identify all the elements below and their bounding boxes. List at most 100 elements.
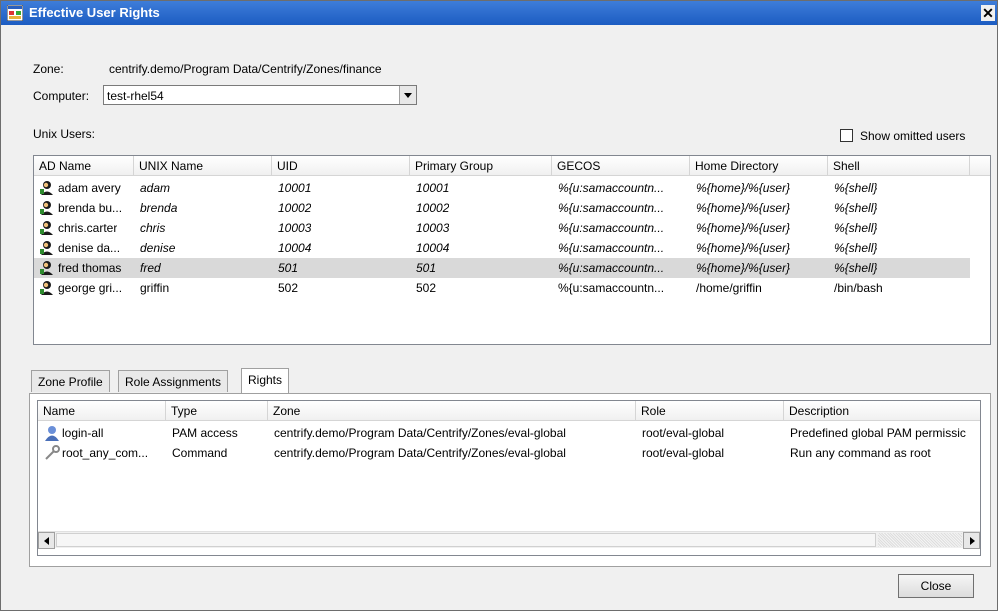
effective-user-rights-window: Effective User Rights ✕ Zone: centrify.d… <box>0 0 998 611</box>
column-role[interactable]: Role <box>636 401 784 421</box>
cell-shell: %{shell} <box>834 201 878 215</box>
table-row[interactable]: brenda bu... brenda 10002 10002 %{u:samaccou… <box>34 198 970 218</box>
table-row[interactable]: adam avery adam 10001 10001 %{u:samaccountn.… <box>34 178 970 198</box>
column-ad-name[interactable]: AD Name <box>34 156 134 176</box>
computer-label: Computer: <box>33 89 90 103</box>
cell-description: Run any command as root <box>790 446 931 460</box>
table-row[interactable]: login-all PAM access centrify.demo/Program… <box>38 423 980 443</box>
table-row[interactable]: root_any_com... Command centrify.demo/Prog… <box>38 443 980 463</box>
cell-unix-name: adam <box>140 181 171 195</box>
zone-value: centrify.demo/Program Data/Centrify/Zone… <box>109 62 382 76</box>
cell-gecos: %{u:samaccountn... <box>558 181 665 195</box>
cell-unix-name: denise <box>140 241 176 255</box>
column-primary-group[interactable]: Primary Group <box>410 156 552 176</box>
cell-ad-name: denise da... <box>58 241 121 255</box>
cell-zone: centrify.demo/Program Data/Centrify/Zone… <box>274 446 566 460</box>
computer-dropdown[interactable]: test-rhel54 <box>103 85 417 105</box>
cell-gecos: %{u:samaccountn... <box>558 261 665 275</box>
cell-shell: %{shell} <box>834 221 878 235</box>
cell-shell: %{shell} <box>834 181 878 195</box>
column-uid[interactable]: UID <box>272 156 410 176</box>
cell-role: root/eval-global <box>642 426 725 440</box>
cell-primary-group: 502 <box>416 281 437 295</box>
cell-ad-name: chris.carter <box>58 221 118 235</box>
column-description[interactable]: Description <box>784 401 980 421</box>
cell-role: root/eval-global <box>642 446 725 460</box>
cell-home-directory: %{home}/%{user} <box>696 181 791 195</box>
cell-home-directory: %{home}/%{user} <box>696 221 791 235</box>
rights-tab-panel: Name Type Zone Role Description login-al… <box>29 393 991 567</box>
table-row[interactable]: denise da... denise 10004 10004 %{u:samaccou… <box>34 238 970 258</box>
pam-icon <box>45 426 59 441</box>
cell-home-directory: %{home}/%{user} <box>696 201 791 215</box>
table-row[interactable]: fred thomas fred 501 501 %{u:samaccountn...%… <box>34 258 970 278</box>
scroll-left-icon[interactable] <box>38 532 55 549</box>
cell-unix-name: griffin <box>140 281 170 295</box>
cell-uid: 502 <box>278 281 299 295</box>
unix-users-header: AD Name UNIX Name UID Primary Group GECO… <box>34 156 990 176</box>
unix-users-label: Unix Users: <box>33 127 96 141</box>
rights-header: Name Type Zone Role Description <box>38 401 980 421</box>
cell-zone: centrify.demo/Program Data/Centrify/Zone… <box>274 426 566 440</box>
cell-name: root_any_com... <box>62 446 149 460</box>
horizontal-scrollbar[interactable] <box>38 531 980 549</box>
cell-name: login-all <box>62 426 104 440</box>
tab-role-assignments[interactable]: Role Assignments <box>118 370 229 392</box>
cell-primary-group: 10004 <box>416 241 450 255</box>
show-omitted-users-checkbox[interactable] <box>840 129 853 142</box>
user-icon <box>40 201 53 215</box>
chevron-down-icon[interactable] <box>399 86 416 104</box>
cell-gecos: %{u:samaccountn... <box>558 281 665 295</box>
column-gecos[interactable]: GECOS <box>552 156 690 176</box>
cell-ad-name: brenda bu... <box>58 201 123 215</box>
cell-gecos: %{u:samaccountn... <box>558 201 665 215</box>
command-icon <box>45 445 60 460</box>
cell-primary-group: 501 <box>416 261 437 275</box>
user-icon <box>40 181 53 195</box>
cell-home-directory: %{home}/%{user} <box>696 261 791 275</box>
cell-type: Command <box>172 446 228 460</box>
cell-unix-name: chris <box>140 221 166 235</box>
cell-primary-group: 10001 <box>416 181 450 195</box>
cell-gecos: %{u:samaccountn... <box>558 221 665 235</box>
table-row[interactable]: george gri... griffin 502 502 %{u:samaccount… <box>34 278 970 298</box>
column-home-directory[interactable]: Home Directory <box>690 156 828 176</box>
title-bar[interactable]: Effective User Rights ✕ <box>1 1 997 25</box>
column-zone[interactable]: Zone <box>268 401 636 421</box>
cell-description: Predefined global PAM permissic <box>790 426 966 440</box>
cell-home-directory: /home/griffin <box>696 281 762 295</box>
column-shell[interactable]: Shell <box>828 156 970 176</box>
column-unix-name[interactable]: UNIX Name <box>134 156 272 176</box>
user-icon <box>40 281 53 295</box>
show-omitted-users-label[interactable]: Show omitted users <box>860 129 965 143</box>
zone-label: Zone: <box>33 62 64 76</box>
cell-uid: 10002 <box>278 201 312 215</box>
cell-ad-name: fred thomas <box>58 261 122 275</box>
tab-zone-profile[interactable]: Zone Profile <box>31 370 110 392</box>
close-button[interactable]: Close <box>898 574 974 598</box>
cell-type: PAM access <box>172 426 238 440</box>
user-icon <box>40 261 53 275</box>
cell-unix-name: brenda <box>140 201 178 215</box>
window-close-button[interactable]: ✕ <box>981 5 995 21</box>
tab-rights[interactable]: Rights <box>241 368 290 393</box>
cell-unix-name: fred <box>140 261 161 275</box>
user-icon <box>40 221 53 235</box>
cell-shell: %{shell} <box>834 241 878 255</box>
cell-primary-group: 10002 <box>416 201 450 215</box>
computer-dropdown-value: test-rhel54 <box>107 89 164 103</box>
scrollbar-thumb[interactable] <box>56 533 876 547</box>
table-row[interactable]: chris.carter chris 10003 10003 %{u:samaccoun… <box>34 218 970 238</box>
cell-uid: 501 <box>278 261 299 275</box>
cell-ad-name: george gri... <box>58 281 123 295</box>
scrollbar-track[interactable] <box>878 533 962 547</box>
column-name[interactable]: Name <box>38 401 166 421</box>
cell-primary-group: 10003 <box>416 221 450 235</box>
column-type[interactable]: Type <box>166 401 268 421</box>
cell-uid: 10003 <box>278 221 312 235</box>
scroll-right-icon[interactable] <box>963 532 980 549</box>
cell-shell: /bin/bash <box>834 281 883 295</box>
cell-shell: %{shell} <box>834 261 878 275</box>
cell-ad-name: adam avery <box>58 181 121 195</box>
unix-users-list[interactable]: AD Name UNIX Name UID Primary Group GECO… <box>33 155 991 345</box>
